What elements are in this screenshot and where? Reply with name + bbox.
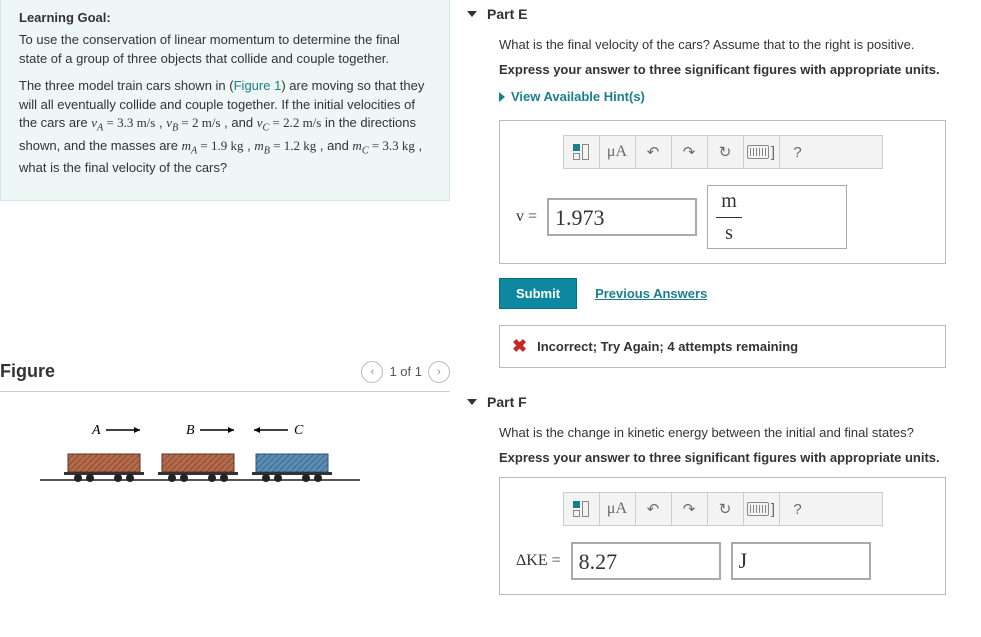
part-f-instruct: Express your answer to three significant…: [499, 450, 966, 465]
part-f-var: ΔKE =: [516, 552, 561, 570]
part-f-title: Part F: [487, 394, 527, 410]
figure-link[interactable]: Figure 1: [234, 78, 282, 93]
incorrect-icon: ✖: [512, 336, 527, 357]
eq-mC: = 3.3 kg: [369, 138, 415, 153]
previous-answers-link[interactable]: Previous Answers: [595, 286, 707, 301]
sep3: ,: [244, 138, 255, 153]
tb-template-icon[interactable]: [564, 136, 600, 168]
tb-keyboard-icon[interactable]: ]: [744, 136, 780, 168]
part-e-instruct: Express your answer to three significant…: [499, 62, 966, 77]
submit-button[interactable]: Submit: [499, 278, 577, 309]
part-e-var: v =: [516, 208, 537, 226]
label-C: C: [294, 423, 304, 438]
eq-vA: = 3.3 m/s: [103, 115, 155, 130]
caret-down-icon: [467, 399, 477, 405]
tb-undo-icon[interactable]: ↶: [636, 493, 672, 525]
tb-reset-icon[interactable]: ↻: [708, 493, 744, 525]
caret-down-icon: [467, 11, 477, 17]
tb-help-icon[interactable]: ?: [780, 493, 816, 525]
equation-toolbar: μA ↶ ↷ ↻ ] ?: [563, 135, 883, 169]
lg-p2-pre: The three model train cars shown in (: [19, 78, 234, 93]
equation-toolbar-f: μA ↶ ↷ ↻ ] ?: [563, 492, 883, 526]
eq-mA: = 1.9 kg: [197, 138, 243, 153]
figure-next-button[interactable]: ›: [428, 361, 450, 383]
part-f-answer-box: μA ↶ ↷ ↻ ] ? ΔKE = 8.27 J: [499, 477, 946, 595]
sep1: ,: [155, 115, 166, 130]
learning-goal-title: Learning Goal:: [19, 10, 431, 25]
tb-units-icon[interactable]: μA: [600, 136, 636, 168]
figure-pager-text: 1 of 1: [389, 364, 422, 379]
sym-mA: m: [182, 138, 191, 153]
part-f-value-input[interactable]: 8.27: [571, 542, 721, 580]
eq-vC: = 2.2 m/s: [269, 115, 321, 130]
sym-mB: m: [254, 138, 263, 153]
eq-mB: = 1.2 kg: [270, 138, 316, 153]
sym-mC: m: [352, 138, 361, 153]
feedback-text: Incorrect; Try Again; 4 attempts remaini…: [537, 339, 798, 354]
figure-trains: A B C: [40, 422, 360, 492]
part-e-value-input[interactable]: 1.973: [547, 198, 697, 236]
unit-num: m: [721, 190, 737, 213]
part-f-header[interactable]: Part F: [467, 394, 966, 410]
part-e-unit-input[interactable]: m s: [707, 185, 847, 249]
part-f-unit-input[interactable]: J: [731, 542, 871, 580]
part-e-title: Part E: [487, 6, 527, 22]
part-e-feedback: ✖ Incorrect; Try Again; 4 attempts remai…: [499, 325, 946, 368]
learning-goal-box: Learning Goal: To use the conservation o…: [0, 0, 450, 201]
tb-help-icon[interactable]: ?: [780, 136, 816, 168]
sub-mC: C: [362, 145, 369, 156]
label-B: B: [186, 423, 195, 438]
part-f-prompt: What is the change in kinetic energy bet…: [499, 424, 966, 442]
label-A: A: [91, 423, 101, 438]
eq-vB: = 2 m/s: [178, 115, 220, 130]
tb-undo-icon[interactable]: ↶: [636, 136, 672, 168]
tb-template-icon[interactable]: [564, 493, 600, 525]
tb-redo-icon[interactable]: ↷: [672, 493, 708, 525]
sep2: , and: [221, 115, 257, 130]
sep4: , and: [316, 138, 352, 153]
hints-label: View Available Hint(s): [511, 89, 645, 104]
tb-units-icon[interactable]: μA: [600, 493, 636, 525]
learning-goal-p1: To use the conservation of linear moment…: [19, 31, 431, 69]
tb-keyboard-icon[interactable]: ]: [744, 493, 780, 525]
part-e-prompt: What is the final velocity of the cars? …: [499, 36, 966, 54]
figure-title: Figure: [0, 361, 361, 382]
part-e-header[interactable]: Part E: [467, 6, 966, 22]
learning-goal-p2: The three model train cars shown in (Fig…: [19, 77, 431, 178]
tb-redo-icon[interactable]: ↷: [672, 136, 708, 168]
caret-right-icon: [499, 92, 505, 102]
tb-reset-icon[interactable]: ↻: [708, 136, 744, 168]
part-e-answer-box: μA ↶ ↷ ↻ ] ? v = 1.973 m s: [499, 120, 946, 264]
figure-prev-button[interactable]: ‹: [361, 361, 383, 383]
view-hints-button[interactable]: View Available Hint(s): [499, 89, 966, 104]
unit-den: s: [725, 222, 733, 245]
